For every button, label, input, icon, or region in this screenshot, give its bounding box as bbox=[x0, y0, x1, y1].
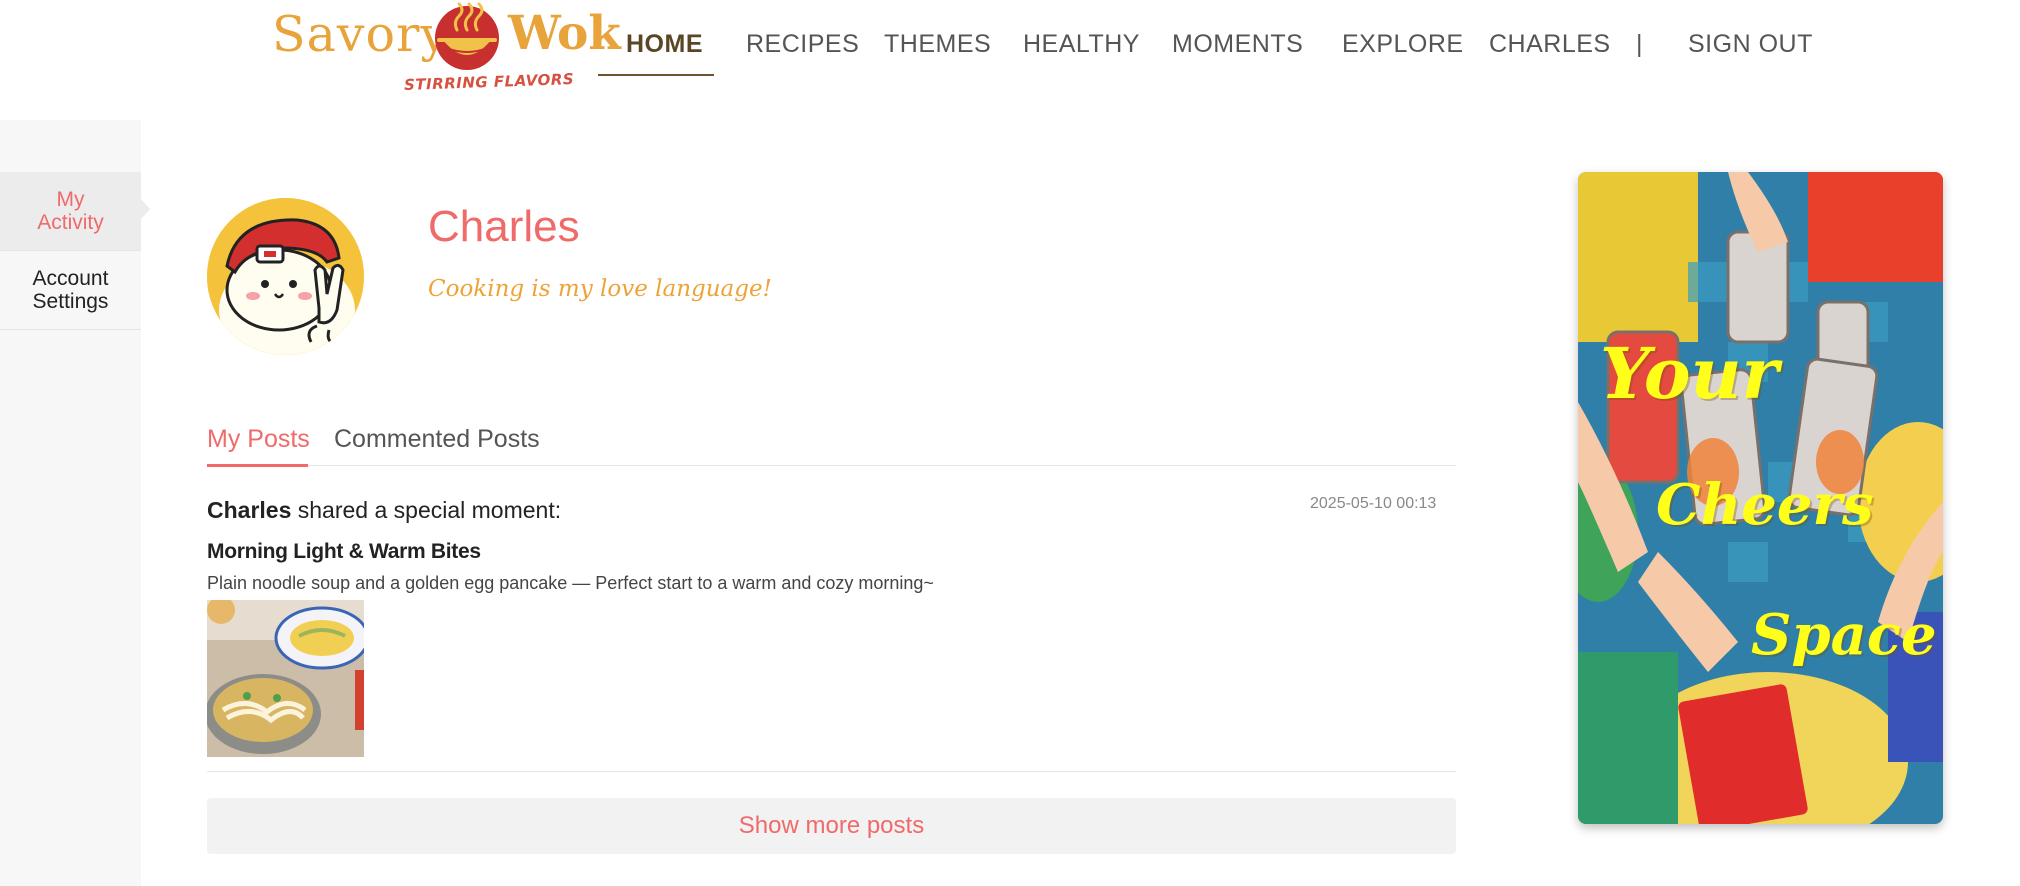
logo-tagline: STIRRING FLAVORS bbox=[403, 70, 575, 94]
logo-text-left: Savory bbox=[272, 6, 450, 63]
nav-home[interactable]: HOME bbox=[626, 30, 703, 59]
sidebar-active-arrow bbox=[141, 199, 150, 219]
nav-moments[interactable]: MOMENTS bbox=[1172, 30, 1303, 59]
nav-separator: | bbox=[1636, 30, 1643, 58]
profile-name: Charles bbox=[428, 202, 580, 251]
post-header: Charles shared a special moment: bbox=[207, 497, 561, 524]
nav-recipes[interactable]: RECIPES bbox=[746, 30, 859, 59]
sidebar: My Activity Account Settings bbox=[0, 120, 141, 886]
profile-bio: Cooking is my love language! bbox=[428, 276, 772, 302]
nav-healthy[interactable]: HEALTHY bbox=[1023, 30, 1140, 59]
food-photo bbox=[207, 600, 364, 757]
show-more-posts-button[interactable]: Show more posts bbox=[207, 798, 1456, 854]
cheers-space-banner[interactable]: Your Cheers Space bbox=[1578, 172, 1943, 824]
sidebar-item-my-activity[interactable]: My Activity bbox=[0, 172, 141, 251]
banner-word-space: Space bbox=[1751, 602, 1937, 668]
tabs-divider bbox=[207, 465, 1456, 466]
banner-word-cheers: Cheers bbox=[1656, 472, 1874, 538]
post-image[interactable] bbox=[207, 600, 364, 757]
post-divider bbox=[207, 771, 1456, 772]
tab-active-underline bbox=[207, 464, 308, 467]
tab-my-posts[interactable]: My Posts bbox=[207, 425, 310, 454]
post-action-text: shared a special moment: bbox=[291, 497, 562, 523]
avatar bbox=[207, 198, 364, 355]
nav-charles[interactable]: CHARLES bbox=[1489, 30, 1611, 59]
nav-active-underline bbox=[598, 74, 714, 76]
post-description: Plain noodle soup and a golden egg panca… bbox=[207, 573, 934, 593]
wok-bowl-icon bbox=[435, 2, 499, 70]
sidebar-item-label: Account Settings bbox=[32, 267, 109, 313]
nav-explore[interactable]: EXPLORE bbox=[1342, 30, 1464, 59]
site-header: Savory Wok STIRRING FLAVORS HOME RECIPES… bbox=[0, 0, 2020, 120]
cartoon-dog-cap-avatar bbox=[207, 198, 364, 355]
sidebar-item-account-settings[interactable]: Account Settings bbox=[0, 251, 141, 330]
nav-themes[interactable]: THEMES bbox=[884, 30, 991, 59]
post-title[interactable]: Morning Light & Warm Bites bbox=[207, 540, 481, 564]
logo-text-right: Wok bbox=[508, 6, 621, 61]
banner-word-your: Your bbox=[1600, 332, 1779, 415]
post-timestamp: 2025-05-10 00:13 bbox=[1310, 495, 1437, 512]
nav-sign-out[interactable]: SIGN OUT bbox=[1688, 30, 1813, 59]
site-logo[interactable]: Savory Wok STIRRING FLAVORS bbox=[272, 0, 621, 100]
tab-commented-posts[interactable]: Commented Posts bbox=[334, 425, 540, 454]
post-author[interactable]: Charles bbox=[207, 497, 291, 523]
sidebar-item-label: My Activity bbox=[37, 188, 104, 234]
